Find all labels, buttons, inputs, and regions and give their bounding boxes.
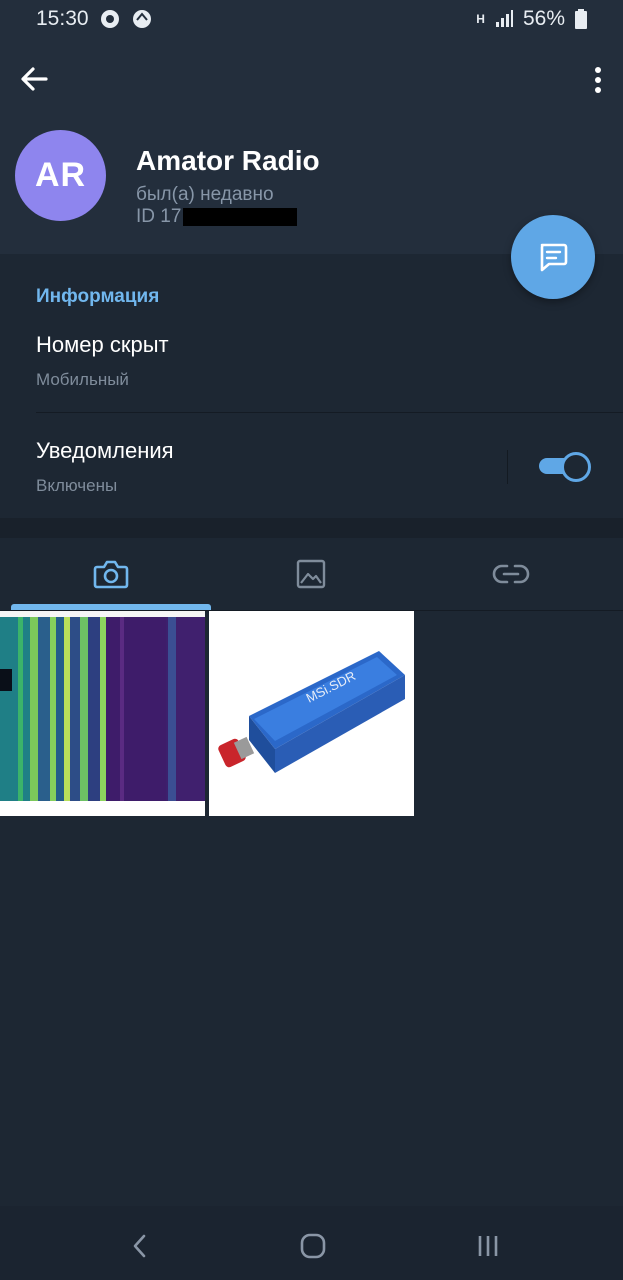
nav-back-button[interactable] <box>120 1226 160 1266</box>
back-button[interactable] <box>18 62 52 96</box>
phone-label: Мобильный <box>36 370 129 389</box>
notifications-row[interactable]: Уведомления <box>36 438 174 464</box>
notifications-state: Включены <box>36 476 118 495</box>
nav-recents-button[interactable] <box>468 1226 508 1266</box>
section-title: Информация <box>36 286 160 307</box>
notification-icon <box>132 10 151 28</box>
tab-links[interactable] <box>411 538 611 610</box>
network-type: H <box>476 12 485 26</box>
status-time: 15:30 <box>36 7 89 30</box>
redacted-block <box>183 207 298 226</box>
signal-icon <box>495 10 513 27</box>
shared-media-tabs <box>0 538 623 611</box>
link-icon <box>492 564 530 584</box>
media-thumbnail[interactable] <box>0 611 205 816</box>
phone-number[interactable]: Номер скрыт <box>36 332 169 358</box>
media-thumbnail[interactable]: MSi.SDR <box>209 611 414 816</box>
user-id: ID 17 <box>136 206 298 228</box>
user-id-prefix: ID 17 <box>136 206 182 227</box>
more-menu-button[interactable] <box>586 64 610 96</box>
chevron-left-icon <box>133 1234 146 1258</box>
section-spacer <box>0 518 623 538</box>
system-nav-bar <box>0 1206 623 1280</box>
arrow-left-icon <box>21 67 48 91</box>
active-tab-indicator <box>11 604 211 610</box>
nav-home-button[interactable] <box>293 1226 333 1266</box>
more-vertical-icon <box>595 67 601 93</box>
home-icon <box>300 1233 326 1259</box>
sdr-device-image: MSi.SDR <box>209 611 414 816</box>
tab-media[interactable] <box>211 538 411 610</box>
avatar[interactable]: AR <box>15 130 106 221</box>
camera-icon <box>93 560 129 589</box>
avatar-initials: AR <box>34 156 87 194</box>
info-section: Информация Номер скрыт Мобильный Уведомл… <box>0 254 623 518</box>
image-icon <box>296 559 326 589</box>
tab-photos[interactable] <box>11 538 211 610</box>
toggle-knob <box>561 452 591 482</box>
divider <box>36 412 623 413</box>
battery-percent: 56% <box>522 7 565 30</box>
spectrum-waterfall-image <box>0 611 205 816</box>
recent-apps-icon <box>478 1236 498 1256</box>
notification-icon <box>100 10 119 28</box>
divider <box>507 450 508 484</box>
last-seen-status: был(а) недавно <box>136 184 274 205</box>
message-icon <box>540 243 568 272</box>
profile-name: Amator Radio <box>136 145 320 176</box>
battery-icon <box>575 9 587 29</box>
notifications-toggle[interactable] <box>539 452 591 482</box>
send-message-button[interactable] <box>511 215 595 299</box>
status-bar: 15:30 H 56% <box>0 0 623 38</box>
